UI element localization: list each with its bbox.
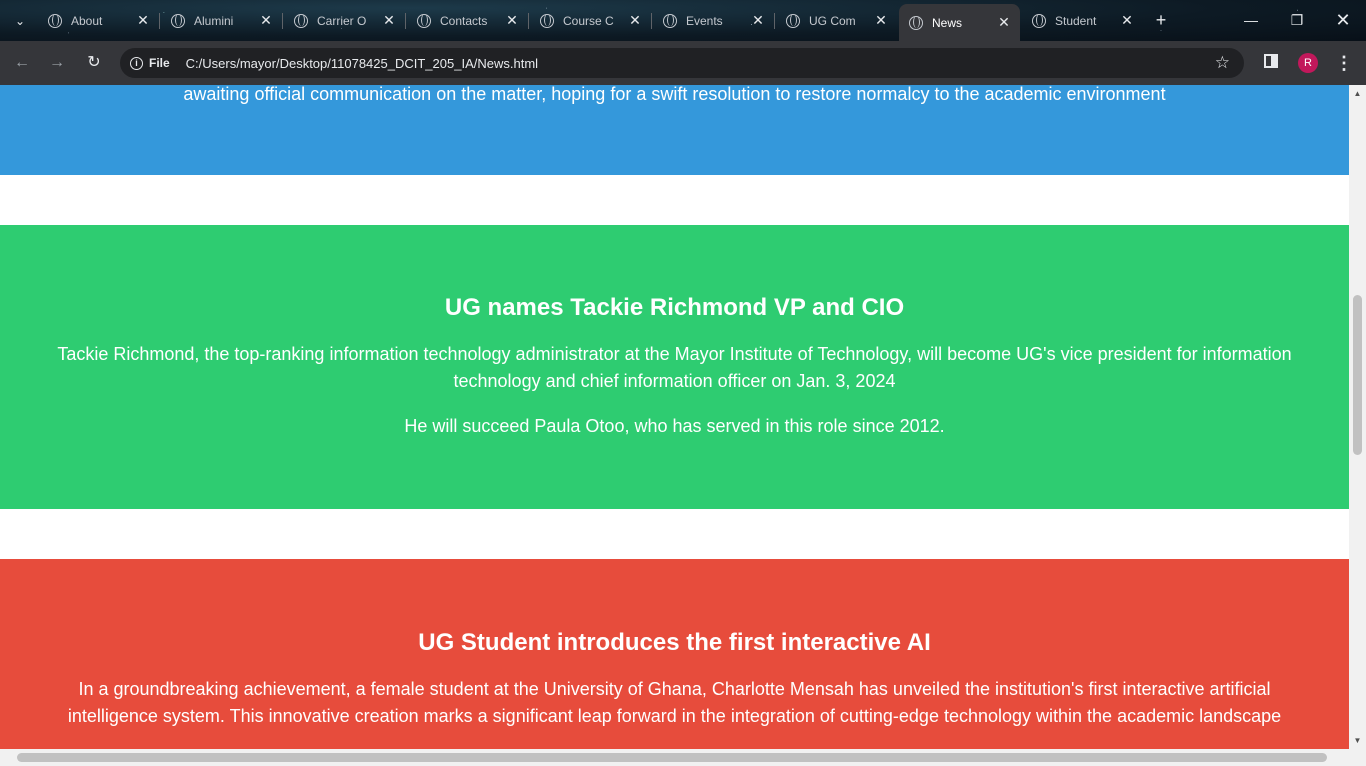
globe-icon [663,13,677,28]
new-tab-plus-icon[interactable]: + [1150,9,1172,31]
globe-icon [48,13,62,28]
globe-icon [294,13,308,28]
tab-title: Events [686,13,723,28]
close-icon[interactable]: ✕ [996,14,1012,31]
horizontal-scrollbar[interactable] [0,749,1366,766]
news-section-blue: awaiting official communication on the m… [0,85,1349,175]
tab-separator [159,13,160,29]
horizontal-scroll-thumb[interactable] [17,753,1327,762]
tab-news[interactable]: News ✕ [899,4,1020,41]
tab-separator [282,13,283,29]
tab-separator [651,13,652,29]
site-chip-label: File [149,56,170,70]
tab-title: Alumini [194,13,234,28]
kebab-menu-icon[interactable]: ⋮ [1335,51,1353,75]
tab-alumini[interactable]: Alumini ✕ [161,6,282,35]
profile-avatar[interactable]: R [1298,53,1318,73]
globe-icon [909,15,923,30]
close-icon[interactable]: ✕ [504,12,520,29]
tab-search-chevron-icon[interactable]: ⌄ [8,10,32,32]
close-icon[interactable]: ✕ [135,12,151,29]
browser-toolbar: ← → ↻ i File C:/Users/mayor/Desktop/1107… [0,41,1366,85]
tab-title: Carrier O [317,13,367,28]
tab-ug-com[interactable]: UG Com ✕ [776,6,897,35]
tab-strip: ⌄ About ✕ Alumini ✕ Carrier O ✕ Contacts… [0,0,1366,41]
close-icon[interactable]: ✕ [258,12,274,29]
tab-title: About [71,13,103,28]
side-panel-icon[interactable] [1264,54,1278,68]
window-close-icon[interactable]: ✕ [1328,8,1358,32]
bookmark-star-icon[interactable]: ☆ [1215,53,1230,73]
news-section-red: UG Student introduces the first interact… [0,559,1349,749]
forward-arrow-icon[interactable]: → [45,51,69,75]
restore-icon[interactable]: ❐ [1282,8,1312,32]
close-icon[interactable]: ✕ [750,12,766,29]
news-paragraph: Tackie Richmond, the top-ranking informa… [57,344,1292,391]
info-icon: i [130,56,143,70]
globe-icon [417,13,431,28]
news-section-green: UG names Tackie Richmond VP and CIO Tack… [0,225,1349,509]
close-icon[interactable]: ✕ [873,12,889,29]
reload-icon[interactable]: ↻ [82,51,106,75]
tab-title: Course C [563,13,614,28]
news-title: UG names Tackie Richmond VP and CIO [444,294,905,321]
tab-title: UG Com [809,13,856,28]
vertical-scroll-thumb[interactable] [1353,295,1362,455]
tab-contacts[interactable]: Contacts ✕ [407,6,528,35]
close-icon[interactable]: ✕ [627,12,643,29]
close-icon[interactable]: ✕ [381,12,397,29]
tab-student[interactable]: Student ✕ [1022,6,1143,35]
page-viewport: awaiting official communication on the m… [0,85,1349,749]
news-paragraph: awaiting official communication on the m… [183,85,1166,104]
close-icon[interactable]: ✕ [1119,12,1135,29]
back-arrow-icon[interactable]: ← [10,51,34,75]
globe-icon [1032,13,1046,28]
tab-separator [405,13,406,29]
news-paragraph: In a groundbreaking achievement, a femal… [67,679,1282,726]
scroll-up-arrow-icon[interactable]: ▲ [1349,85,1366,102]
news-title: UG Student introduces the first interact… [418,629,931,656]
globe-icon [540,13,554,28]
tab-title: Contacts [440,13,488,28]
tab-about[interactable]: About ✕ [38,6,159,35]
address-bar[interactable]: i File C:/Users/mayor/Desktop/11078425_D… [120,48,1244,78]
tab-title: News [932,15,963,30]
vertical-scrollbar[interactable]: ▲ ▼ [1349,85,1366,749]
tab-separator [774,13,775,29]
minimize-icon[interactable]: — [1236,8,1266,32]
tab-separator [528,13,529,29]
tab-course[interactable]: Course C ✕ [530,6,651,35]
tab-carrier[interactable]: Carrier O ✕ [284,6,405,35]
globe-icon [171,13,185,28]
news-paragraph: He will succeed Paula Otoo, who has serv… [404,416,945,436]
globe-icon [786,13,800,28]
tab-title: Student [1055,13,1097,28]
scroll-down-arrow-icon[interactable]: ▼ [1349,732,1366,749]
site-info-chip[interactable]: i File [130,56,170,70]
url-text[interactable]: C:/Users/mayor/Desktop/11078425_DCIT_205… [186,56,538,71]
tab-events[interactable]: Events ✕ [653,6,774,35]
